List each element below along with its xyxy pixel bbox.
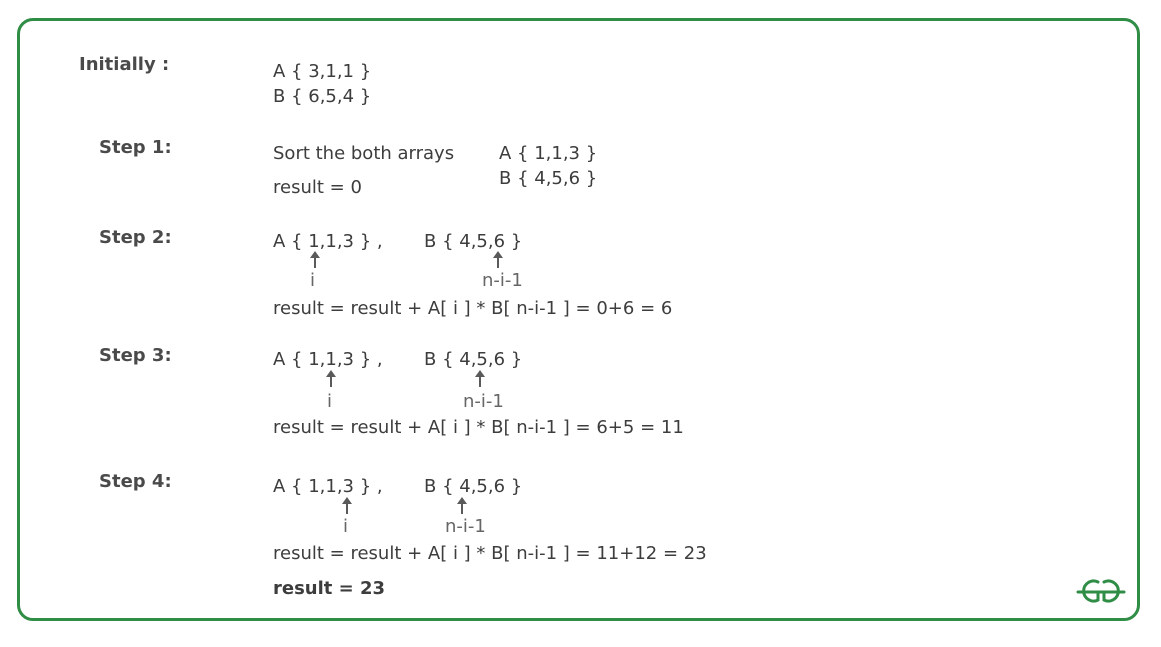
step4-label: Step 4:: [99, 471, 172, 492]
step4-array-b: B { 4,5,6 }: [424, 476, 523, 497]
step4-pointer-n-i-1: n-i-1: [445, 516, 486, 537]
step2-i-arrow-icon: [310, 251, 320, 268]
step4-pointer-i: i: [343, 516, 349, 537]
step3-j-arrow-icon: [475, 370, 485, 387]
step4-i-arrow-icon: [342, 497, 352, 514]
step2-array-a: A { 1,1,3 } ,: [273, 231, 383, 252]
step1-result: result = 0: [273, 177, 362, 198]
step2-j-arrow-icon: [493, 251, 503, 268]
initial-array-a: A { 3,1,1 }: [273, 61, 372, 82]
final-result: result = 23: [273, 578, 386, 599]
step3-array-b: B { 4,5,6 }: [424, 349, 523, 370]
step3-pointer-n-i-1: n-i-1: [463, 391, 504, 412]
step2-pointer-n-i-1: n-i-1: [482, 270, 523, 291]
initial-array-b: B { 6,5,4 }: [273, 86, 372, 107]
step4-j-arrow-icon: [457, 497, 467, 514]
step1-array-b: B { 4,5,6 }: [499, 168, 598, 189]
step3-label: Step 3:: [99, 345, 172, 366]
step2-label: Step 2:: [99, 227, 172, 248]
gfg-logo-icon: [1076, 579, 1126, 603]
step2-array-b: B { 4,5,6 }: [424, 231, 523, 252]
step3-i-arrow-icon: [326, 370, 336, 387]
step1-description: Sort the both arrays: [273, 143, 455, 164]
step3-array-a: A { 1,1,3 } ,: [273, 349, 383, 370]
step2-result: result = result + A[ i ] * B[ n-i-1 ] = …: [273, 298, 673, 319]
step1-array-a: A { 1,1,3 }: [499, 143, 598, 164]
step4-array-a: A { 1,1,3 } ,: [273, 476, 383, 497]
step1-label: Step 1:: [99, 137, 172, 158]
initial-label: Initially :: [79, 54, 170, 75]
step2-pointer-i: i: [310, 270, 316, 291]
step4-result: result = result + A[ i ] * B[ n-i-1 ] = …: [273, 543, 707, 564]
step3-pointer-i: i: [327, 391, 333, 412]
step3-result: result = result + A[ i ] * B[ n-i-1 ] = …: [273, 417, 684, 438]
